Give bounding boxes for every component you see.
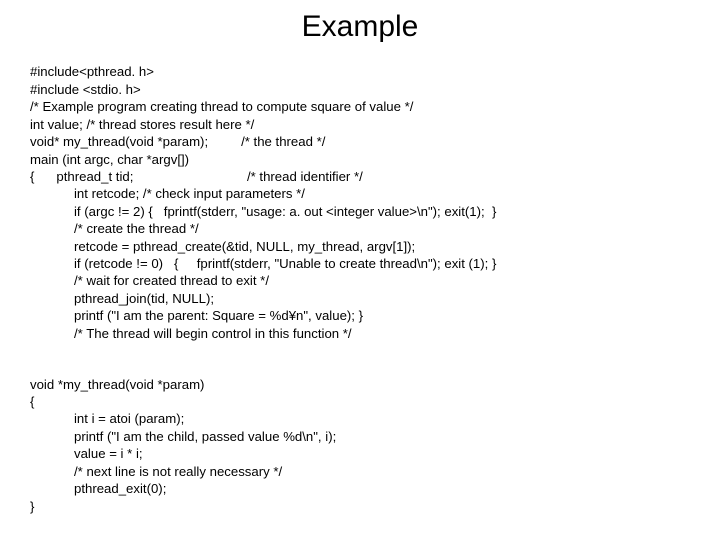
code-line: }: [30, 499, 34, 514]
code-line: printf ("I am the child, passed value %d…: [30, 429, 336, 444]
code-line: /* create the thread */: [30, 221, 199, 236]
code-line: pthread_join(tid, NULL);: [30, 291, 214, 306]
slide: Example #include<pthread. h> #include <s…: [0, 0, 720, 540]
code-line: /* next line is not really necessary */: [30, 464, 282, 479]
code-line: retcode = pthread_create(&tid, NULL, my_…: [30, 239, 415, 254]
code-line: {: [30, 394, 34, 409]
code-line: printf ("I am the parent: Square = %d¥n"…: [30, 308, 363, 323]
code-line: pthread_exit(0);: [30, 481, 166, 496]
code-line: #include <stdio. h>: [30, 82, 141, 97]
slide-title: Example: [30, 10, 690, 44]
code-line: { pthread_t tid; /* thread identifier */: [30, 169, 363, 184]
code-line: main (int argc, char *argv[]): [30, 152, 189, 167]
code-line: /* wait for created thread to exit */: [30, 273, 269, 288]
code-line: void* my_thread(void *param); /* the thr…: [30, 134, 325, 149]
code-line: /* The thread will begin control in this…: [30, 326, 352, 341]
code-line: /* Example program creating thread to co…: [30, 99, 413, 114]
code-line: if (argc != 2) { fprintf(stderr, "usage:…: [30, 204, 496, 219]
code-line: #include<pthread. h>: [30, 64, 154, 79]
code-line: int i = atoi (param);: [30, 411, 184, 426]
code-line: value = i * i;: [30, 446, 143, 461]
code-line: int value; /* thread stores result here …: [30, 117, 254, 132]
code-line: int retcode; /* check input parameters *…: [30, 186, 305, 201]
code-block-2: void *my_thread(void *param) { int i = a…: [30, 358, 690, 515]
code-line: if (retcode != 0) { fprintf(stderr, "Una…: [30, 256, 496, 271]
code-line: void *my_thread(void *param): [30, 377, 204, 392]
code-block-1: #include<pthread. h> #include <stdio. h>…: [30, 46, 690, 342]
